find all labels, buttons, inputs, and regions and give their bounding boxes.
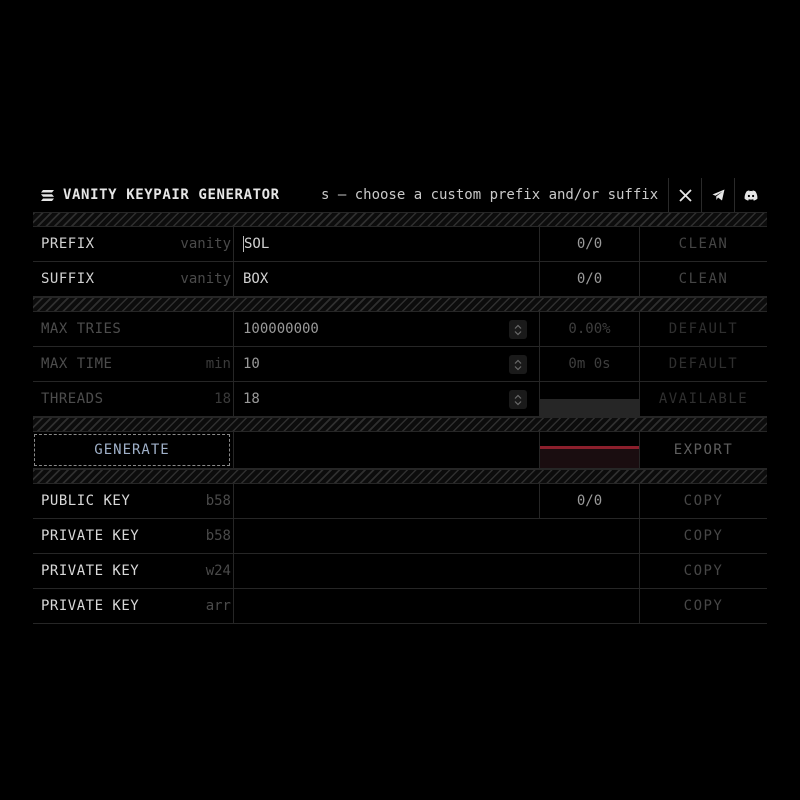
- copy-private-key-w24-button[interactable]: COPY: [639, 554, 767, 588]
- threads-row: THREADS 18 18 AVAILABLE: [33, 382, 767, 417]
- public-key-row: PUBLIC KEY b58 0/0 COPY: [33, 484, 767, 519]
- divider-hatch: [33, 297, 767, 312]
- max-time-value: 10: [243, 356, 260, 372]
- prefix-clean-button[interactable]: CLEAN: [639, 227, 767, 261]
- max-time-stepper[interactable]: [509, 355, 527, 374]
- private-key-arr-row: PRIVATE KEY arr COPY: [33, 589, 767, 624]
- max-time-row: MAX TIME min 10 0m 0s DEFAULT: [33, 347, 767, 382]
- threads-available-button[interactable]: AVAILABLE: [639, 382, 767, 416]
- x-link[interactable]: [668, 178, 701, 212]
- discord-link[interactable]: [734, 178, 767, 212]
- max-time-hint: min: [205, 356, 231, 372]
- social-links: [668, 178, 767, 212]
- public-key-field[interactable]: [233, 484, 539, 518]
- suffix-clean-button[interactable]: CLEAN: [639, 262, 767, 296]
- private-key-format: b58: [205, 528, 231, 544]
- copy-private-key-b58-button[interactable]: COPY: [639, 519, 767, 553]
- threads-input[interactable]: 18: [233, 382, 539, 416]
- prefix-value: SOL: [244, 236, 270, 252]
- max-time-input[interactable]: 10: [233, 347, 539, 381]
- max-tries-default-button[interactable]: DEFAULT: [639, 312, 767, 346]
- threads-stepper[interactable]: [509, 390, 527, 409]
- divider-hatch: [33, 212, 767, 227]
- private-key-b58-row: PRIVATE KEY b58 COPY: [33, 519, 767, 554]
- threads-usage-bar: [539, 382, 640, 416]
- telegram-icon: [712, 189, 724, 201]
- suffix-input[interactable]: BOX: [233, 262, 539, 296]
- generate-row: GENERATE EXPORT: [33, 432, 767, 469]
- private-key-w24-row: PRIVATE KEY w24 COPY: [33, 554, 767, 589]
- max-tries-label: MAX TRIES: [41, 321, 122, 337]
- stepper-arrows-icon: [514, 394, 522, 405]
- discord-icon: [744, 189, 758, 201]
- threads-hint: 18: [214, 391, 231, 407]
- header: VANITY KEYPAIR GENERATOR s — choose a cu…: [33, 178, 767, 212]
- max-tries-stepper[interactable]: [509, 320, 527, 339]
- stepper-arrows-icon: [514, 324, 522, 335]
- private-key-b58-field[interactable]: [233, 519, 639, 553]
- private-key-format: w24: [205, 563, 231, 579]
- max-tries-progress: 0.00%: [539, 312, 639, 346]
- ticker-text: s — choose a custom prefix and/or suffix: [321, 187, 659, 203]
- private-key-arr-field[interactable]: [233, 589, 639, 623]
- prefix-count: 0/0: [539, 227, 639, 261]
- copy-private-key-arr-button[interactable]: COPY: [639, 589, 767, 623]
- threads-usage-fill: [540, 399, 640, 416]
- prefix-row: PREFIX vanity SOL 0/0 CLEAN: [33, 227, 767, 262]
- divider-hatch: [33, 469, 767, 484]
- private-key-w24-field[interactable]: [233, 554, 639, 588]
- suffix-hint: vanity: [180, 271, 231, 287]
- max-tries-value: 100000000: [243, 321, 319, 337]
- suffix-value: BOX: [243, 271, 269, 287]
- x-icon: [678, 188, 692, 202]
- solana-logo-icon: [41, 189, 54, 201]
- telegram-link[interactable]: [701, 178, 734, 212]
- vanity-generator-panel: VANITY KEYPAIR GENERATOR s — choose a cu…: [33, 178, 767, 624]
- generate-button[interactable]: GENERATE: [34, 434, 230, 466]
- generate-progress: [539, 432, 640, 468]
- threads-value: 18: [243, 391, 260, 407]
- stepper-arrows-icon: [514, 359, 522, 370]
- suffix-count: 0/0: [539, 262, 639, 296]
- private-key-format: arr: [205, 598, 231, 614]
- public-key-count: 0/0: [539, 484, 639, 518]
- export-button[interactable]: EXPORT: [639, 432, 767, 468]
- prefix-hint: vanity: [180, 236, 231, 252]
- brand: VANITY KEYPAIR GENERATOR: [33, 178, 280, 212]
- max-time-default-button[interactable]: DEFAULT: [639, 347, 767, 381]
- max-tries-input[interactable]: 100000000: [233, 312, 539, 346]
- suffix-row: SUFFIX vanity BOX 0/0 CLEAN: [33, 262, 767, 297]
- public-key-format: b58: [205, 493, 231, 509]
- divider-hatch: [33, 417, 767, 432]
- max-tries-row: MAX TRIES 100000000 0.00% DEFAULT: [33, 312, 767, 347]
- app-title: VANITY KEYPAIR GENERATOR: [63, 187, 280, 203]
- prefix-input[interactable]: SOL: [233, 227, 539, 261]
- copy-public-key-button[interactable]: COPY: [639, 484, 767, 518]
- max-time-elapsed: 0m 0s: [539, 347, 639, 381]
- progress-bar-fill: [540, 449, 640, 468]
